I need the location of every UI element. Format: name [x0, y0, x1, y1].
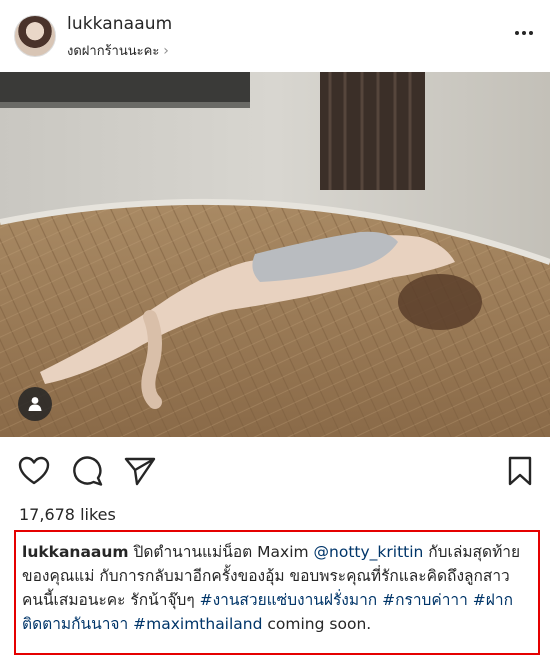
more-options-icon[interactable] [515, 31, 533, 36]
caption-mention[interactable]: @notty_krittin [314, 543, 424, 561]
caption-hashtag[interactable]: #กราบค่าาา [382, 591, 468, 609]
post-photo-image [0, 72, 550, 437]
post-photo[interactable] [0, 72, 550, 437]
post-header: lukkanaaum งดฝากร้านนะคะ › [0, 0, 550, 72]
caption-username[interactable]: lukkanaaum [22, 543, 129, 561]
caption-hashtag[interactable]: #maximthailand [133, 615, 262, 633]
likes-count[interactable]: 17,678 likes [19, 505, 116, 524]
comment-icon[interactable] [70, 453, 106, 489]
bookmark-icon[interactable] [502, 453, 538, 489]
avatar[interactable] [14, 15, 56, 57]
caption-text: coming soon. [262, 615, 372, 633]
chevron-right-icon: › [163, 43, 169, 59]
caption-text: ปิดตำนานแม่น็อต Maxim [128, 543, 314, 561]
post-username[interactable]: lukkanaaum [67, 14, 172, 34]
post-location[interactable]: งดฝากร้านนะคะ › [67, 40, 169, 61]
user-tag-icon[interactable] [18, 387, 52, 421]
post-actions [0, 453, 550, 493]
caption-hashtag[interactable]: #งานสวยแซ่บงานฝรั่งมาก [200, 591, 378, 609]
heart-icon[interactable] [16, 453, 52, 489]
caption-highlight-box: lukkanaaum ปิดตำนานแม่น็อต Maxim @notty_… [14, 530, 540, 655]
share-icon[interactable] [122, 453, 158, 489]
post-caption: lukkanaaum ปิดตำนานแม่น็อต Maxim @notty_… [22, 540, 530, 636]
post-location-label[interactable]: งดฝากร้านนะคะ [67, 44, 159, 59]
